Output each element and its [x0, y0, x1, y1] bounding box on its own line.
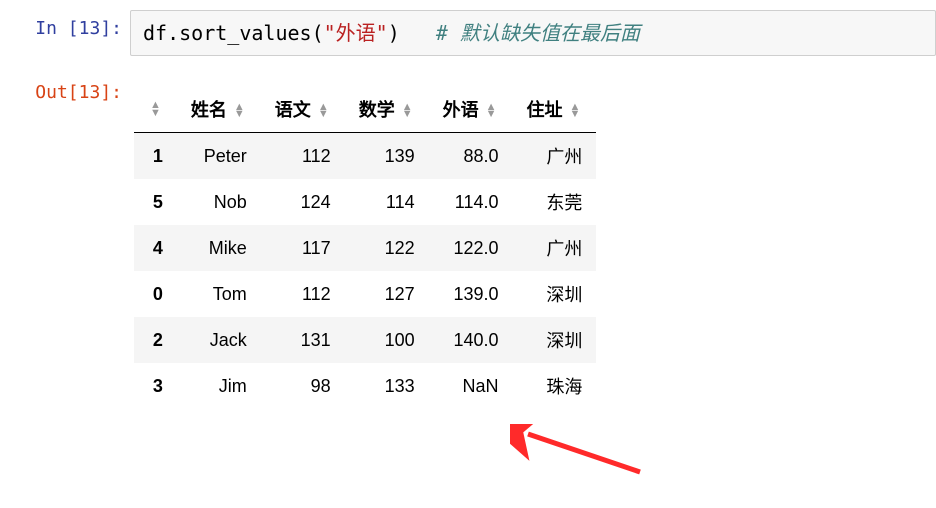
code-token-dot: .	[167, 21, 179, 45]
row-index: 2	[134, 317, 177, 363]
output-cell: Out[13]: ▲▼姓名 ▲▼语文 ▲▼数学 ▲▼外语 ▲▼住址 ▲▼ 1Pe…	[0, 74, 936, 409]
table-cell: 139.0	[429, 271, 513, 317]
col-header-label: 数学	[359, 100, 395, 120]
table-cell: 117	[261, 225, 345, 271]
code-token-func: sort_values	[179, 21, 311, 45]
table-row: 0Tom112127139.0深圳	[134, 271, 596, 317]
table-cell: 珠海	[513, 363, 597, 409]
col-header[interactable]: 外语 ▲▼	[429, 86, 513, 133]
table-cell: 广州	[513, 225, 597, 271]
table-cell: 122.0	[429, 225, 513, 271]
col-header-index[interactable]: ▲▼	[134, 86, 177, 133]
row-index: 3	[134, 363, 177, 409]
table-cell: Nob	[177, 179, 261, 225]
table-cell: NaN	[429, 363, 513, 409]
table-cell: 114.0	[429, 179, 513, 225]
row-index: 5	[134, 179, 177, 225]
row-index: 0	[134, 271, 177, 317]
sort-arrows-icon: ▲▼	[568, 104, 583, 119]
prompt-in-suffix: ]:	[100, 18, 122, 39]
dataframe-table: ▲▼姓名 ▲▼语文 ▲▼数学 ▲▼外语 ▲▼住址 ▲▼ 1Peter112139…	[134, 86, 596, 409]
code-token-comment: # 默认缺失值在最后面	[436, 21, 640, 45]
col-header-label: 住址	[527, 100, 563, 120]
sort-arrows-icon: ▲▼	[484, 104, 499, 119]
table-header: ▲▼姓名 ▲▼语文 ▲▼数学 ▲▼外语 ▲▼住址 ▲▼	[134, 86, 596, 133]
table-cell: Jack	[177, 317, 261, 363]
table-body: 1Peter11213988.0广州5Nob124114114.0东莞4Mike…	[134, 133, 596, 410]
col-header[interactable]: 数学 ▲▼	[345, 86, 429, 133]
code-token-rparen: )	[388, 21, 400, 45]
row-index: 1	[134, 133, 177, 180]
sort-arrows-icon: ▲▼	[232, 104, 247, 119]
table-cell: 139	[345, 133, 429, 180]
output-area: ▲▼姓名 ▲▼语文 ▲▼数学 ▲▼外语 ▲▼住址 ▲▼ 1Peter112139…	[130, 74, 936, 409]
code-token-object: df	[143, 21, 167, 45]
table-row: 1Peter11213988.0广州	[134, 133, 596, 180]
table-cell: 140.0	[429, 317, 513, 363]
code-input[interactable]: df.sort_values("外语") # 默认缺失值在最后面	[130, 10, 936, 56]
table-cell: 100	[345, 317, 429, 363]
table-cell: 114	[345, 179, 429, 225]
table-cell: 东莞	[513, 179, 597, 225]
table-cell: 深圳	[513, 271, 597, 317]
table-cell: Tom	[177, 271, 261, 317]
prompt-out-prefix: Out[	[35, 82, 78, 103]
input-prompt: In [13]:	[0, 10, 130, 39]
table-cell: 133	[345, 363, 429, 409]
output-prompt: Out[13]:	[0, 74, 130, 103]
input-cell: In [13]: df.sort_values("外语") # 默认缺失值在最后…	[0, 10, 936, 56]
prompt-in-prefix: In [	[35, 18, 78, 39]
table-row: 5Nob124114114.0东莞	[134, 179, 596, 225]
col-header-label: 外语	[443, 100, 479, 120]
table-cell: 88.0	[429, 133, 513, 180]
table-cell: Peter	[177, 133, 261, 180]
table-row: 4Mike117122122.0广州	[134, 225, 596, 271]
table-cell: Jim	[177, 363, 261, 409]
table-row: 2Jack131100140.0深圳	[134, 317, 596, 363]
sort-arrows-icon: ▲▼	[148, 102, 163, 117]
table-cell: 124	[261, 179, 345, 225]
table-cell: 131	[261, 317, 345, 363]
col-header-label: 语文	[275, 100, 311, 120]
sort-arrows-icon: ▲▼	[316, 104, 331, 119]
table-row: 3Jim98133NaN珠海	[134, 363, 596, 409]
annotation-arrow	[510, 424, 650, 484]
prompt-out-number: 13	[79, 82, 101, 103]
table-cell: 98	[261, 363, 345, 409]
prompt-out-suffix: ]:	[100, 82, 122, 103]
table-cell: 深圳	[513, 317, 597, 363]
table-cell: 112	[261, 271, 345, 317]
col-header[interactable]: 住址 ▲▼	[513, 86, 597, 133]
table-cell: 广州	[513, 133, 597, 180]
code-token-lparen: (	[312, 21, 324, 45]
col-header[interactable]: 语文 ▲▼	[261, 86, 345, 133]
table-cell: Mike	[177, 225, 261, 271]
sort-arrows-icon: ▲▼	[400, 104, 415, 119]
col-header-label: 姓名	[191, 100, 227, 120]
table-cell: 122	[345, 225, 429, 271]
row-index: 4	[134, 225, 177, 271]
col-header[interactable]: 姓名 ▲▼	[177, 86, 261, 133]
table-cell: 127	[345, 271, 429, 317]
code-token-string-arg: "外语"	[324, 21, 388, 45]
code-token-spacer	[400, 21, 436, 45]
table-cell: 112	[261, 133, 345, 180]
prompt-in-number: 13	[79, 18, 101, 39]
